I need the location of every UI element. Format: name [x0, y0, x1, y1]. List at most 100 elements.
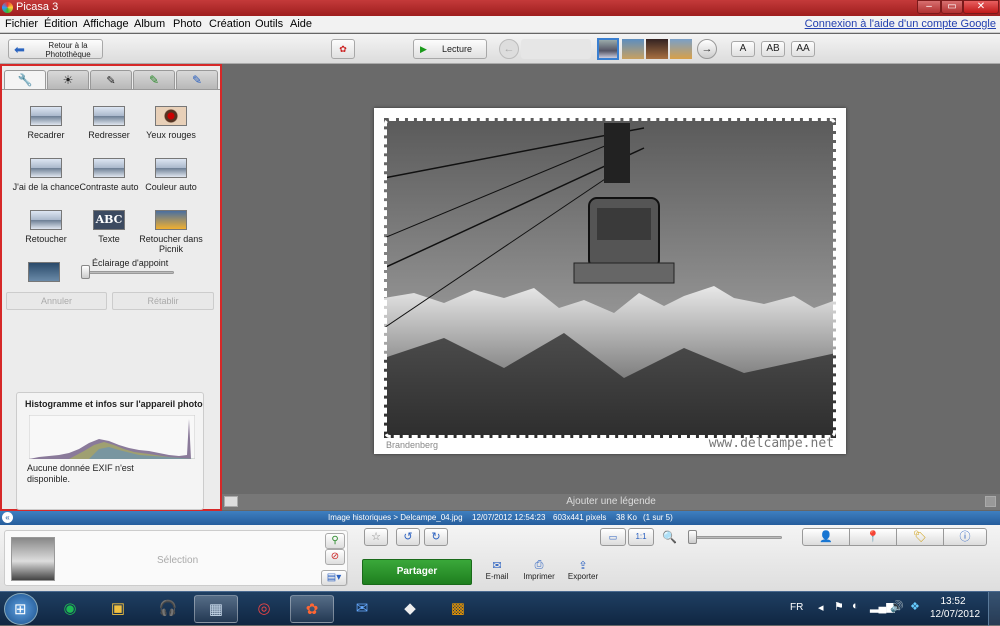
- explorer-taskbar-icon[interactable]: ▣: [96, 595, 140, 623]
- tray-app-icon[interactable]: ◐: [852, 600, 859, 612]
- menu-album[interactable]: Album: [134, 18, 165, 30]
- picnik-tools-icon[interactable]: ✿: [331, 39, 355, 59]
- menu-edition[interactable]: Édition: [44, 18, 78, 30]
- close-button[interactable]: ✕: [963, 0, 999, 14]
- tab-effects-3[interactable]: ✎: [176, 70, 218, 90]
- red-eye-thumb: [155, 106, 187, 126]
- volume-icon[interactable]: 🔊: [890, 600, 904, 613]
- tab-tuning[interactable]: ☀: [47, 70, 89, 90]
- email-button[interactable]: ✉ E-mail: [482, 559, 512, 581]
- back-to-library-button[interactable]: ⬅ Retour à la Photothèque: [8, 39, 103, 59]
- pin-icon[interactable]: ⚲: [325, 533, 345, 549]
- redo-button[interactable]: Rétablir: [112, 292, 214, 310]
- menu-photo[interactable]: Photo: [173, 18, 202, 30]
- status-bar: « Image historiques > Delcampe_04.jpg 12…: [0, 511, 1000, 525]
- export-label: Exporter: [567, 572, 599, 581]
- fill-light-slider-track[interactable]: [86, 271, 174, 274]
- show-desktop-button[interactable]: [988, 592, 1000, 626]
- fill-light-thumb: [28, 262, 60, 282]
- filmstrip-thumb[interactable]: [622, 39, 644, 59]
- text-size-a-button[interactable]: A: [731, 41, 755, 57]
- text-size-aa-button[interactable]: AA: [791, 41, 815, 57]
- zoom-icon: 🔍: [662, 530, 677, 544]
- clock-date[interactable]: 12/07/2012: [930, 609, 980, 620]
- exif-info-text: Aucune donnée EXIF n'est disponible.: [27, 463, 134, 484]
- desktop-app-taskbar-icon[interactable]: ▦: [194, 595, 238, 623]
- chrome-taskbar-icon[interactable]: ◎: [242, 595, 286, 623]
- star-icon[interactable]: ☆: [364, 528, 388, 546]
- fill-light-slider-handle[interactable]: [81, 265, 90, 279]
- filmstrip-thumb-current[interactable]: [597, 38, 619, 60]
- fit-view-icon[interactable]: ▭: [600, 528, 626, 546]
- tab-effects[interactable]: ✎: [90, 70, 132, 90]
- histogram-title: Histogramme et infos sur l'appareil phot…: [25, 399, 203, 409]
- menu-fichier[interactable]: Fichier: [5, 18, 38, 30]
- tab-effects-2[interactable]: ✎: [133, 70, 175, 90]
- thunderbird-taskbar-icon[interactable]: ✉: [340, 595, 384, 623]
- slideshow-button[interactable]: ▶ Lecture: [413, 39, 487, 59]
- text-size-ab-button[interactable]: AB: [761, 41, 785, 57]
- zoom-slider-track[interactable]: [688, 536, 782, 539]
- menu-aide[interactable]: Aide: [290, 18, 312, 30]
- share-button[interactable]: Partager: [362, 559, 472, 585]
- tool-crop-label: Recadrer: [27, 130, 65, 140]
- filmstrip-thumb[interactable]: [670, 39, 692, 59]
- rotate-right-icon[interactable]: ↻: [424, 528, 448, 546]
- window-title-bar[interactable]: Picasa 3 – ▭ ✕: [0, 0, 1000, 16]
- people-icon[interactable]: 👤: [802, 528, 850, 546]
- print-button[interactable]: ⎙ Imprimer: [520, 559, 558, 581]
- comment-icon[interactable]: [224, 496, 238, 507]
- selected-photo-thumb[interactable]: [11, 537, 55, 581]
- tool-picnik[interactable]: Retoucher dans Picnik: [135, 210, 207, 254]
- filmstrip-thumb[interactable]: [646, 39, 668, 59]
- inkscape-taskbar-icon[interactable]: ◆: [388, 595, 432, 623]
- tool-feeling-lucky[interactable]: J'ai de la chance: [10, 158, 82, 192]
- tool-auto-color[interactable]: Couleur auto: [135, 158, 207, 192]
- maximize-button[interactable]: ▭: [941, 0, 963, 14]
- selection-tray[interactable]: Sélection: [4, 530, 348, 586]
- auto-contrast-thumb: [93, 158, 125, 178]
- album-dropdown-icon[interactable]: ▤▾: [321, 570, 347, 586]
- menu-outils[interactable]: Outils: [255, 18, 283, 30]
- collapse-tray-icon[interactable]: «: [2, 512, 13, 523]
- play-icon: ▶: [420, 44, 427, 54]
- tags-icon[interactable]: 🏷: [896, 528, 944, 546]
- tray-arrow-icon[interactable]: ◂: [818, 601, 824, 614]
- export-button[interactable]: ⇪ Exporter: [564, 559, 602, 581]
- actual-size-icon[interactable]: 1:1: [628, 528, 654, 546]
- tool-retouch[interactable]: Retoucher: [10, 210, 82, 244]
- google-signin-link[interactable]: Connexion à l'aide d'un compte Google: [805, 18, 996, 30]
- headphones-taskbar-icon[interactable]: 🎧: [146, 595, 190, 623]
- tool-red-eye[interactable]: Yeux rouges: [135, 106, 207, 140]
- next-photo-button[interactable]: →: [697, 39, 717, 59]
- caption-bar[interactable]: Ajouter une légende: [222, 494, 1000, 510]
- media-taskbar-icon[interactable]: ▩: [436, 595, 480, 623]
- straighten-thumb: [93, 106, 125, 126]
- location-pin-icon[interactable]: 📍: [849, 528, 897, 546]
- add-caption-placeholder[interactable]: Ajouter une légende: [566, 496, 656, 507]
- rotate-left-icon[interactable]: ↺: [396, 528, 420, 546]
- menu-creation[interactable]: Création: [209, 18, 251, 30]
- tool-crop[interactable]: Recadrer: [10, 106, 82, 140]
- zoom-slider-handle[interactable]: [688, 530, 697, 544]
- clear-selection-icon[interactable]: ⊘: [325, 549, 345, 565]
- tab-basic-fixes[interactable]: 🔧: [4, 70, 46, 90]
- undo-button[interactable]: Annuler: [6, 292, 107, 310]
- clock-time[interactable]: 13:52: [930, 596, 976, 607]
- window-title: Picasa 3: [16, 1, 59, 13]
- language-indicator[interactable]: FR: [790, 602, 803, 613]
- flag-icon[interactable]: ⚑: [834, 600, 844, 613]
- info-icon[interactable]: ⓘ: [943, 528, 987, 546]
- windows-logo-icon: ⊞: [14, 601, 27, 618]
- spotify-taskbar-icon[interactable]: ◉: [48, 595, 92, 623]
- previous-photo-button[interactable]: ←: [499, 39, 519, 59]
- minimize-button[interactable]: –: [917, 0, 941, 14]
- photo-frame[interactable]: Brandenberg www.delcampe.net: [374, 108, 846, 454]
- dropbox-icon[interactable]: ❖: [910, 600, 920, 613]
- caption-corner-icon[interactable]: [985, 496, 996, 507]
- retouch-thumb: [30, 210, 62, 230]
- tool-auto-color-label: Couleur auto: [145, 182, 197, 192]
- picasa-taskbar-icon[interactable]: ✿: [290, 595, 334, 623]
- start-button[interactable]: ⊞: [4, 593, 38, 625]
- menu-affichage[interactable]: Affichage: [83, 18, 129, 30]
